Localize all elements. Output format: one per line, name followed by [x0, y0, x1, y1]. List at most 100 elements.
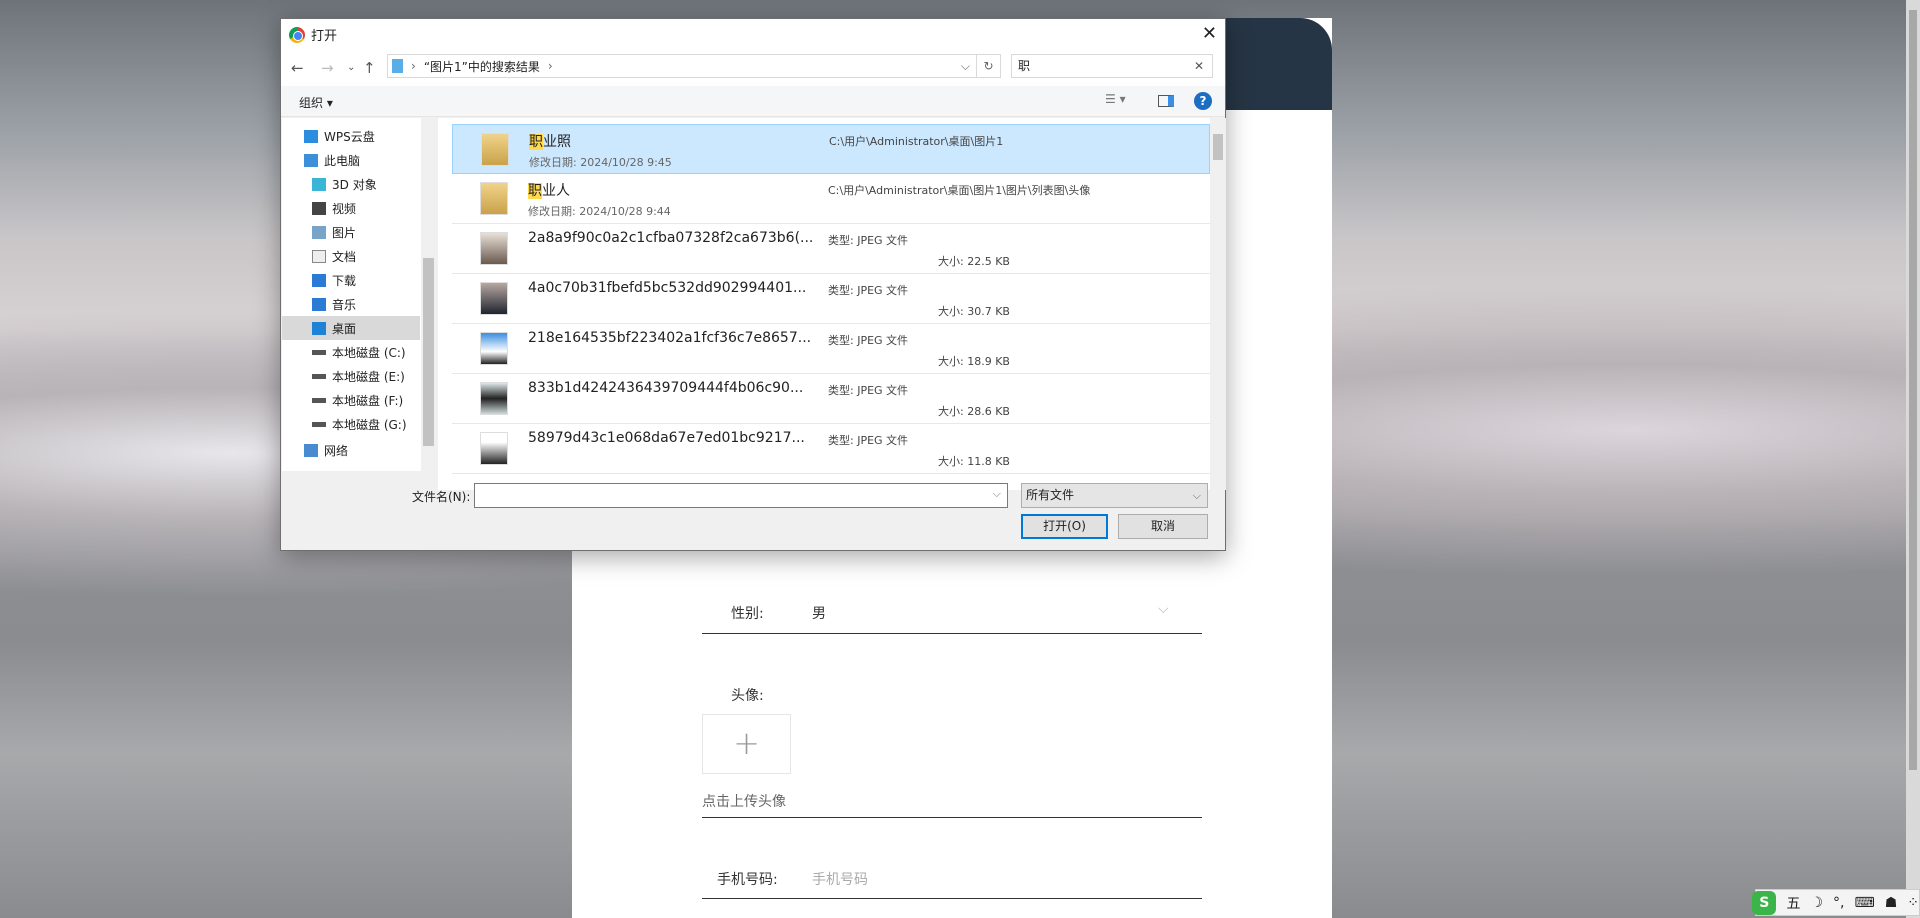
file-type: 类型: JPEG 文件	[828, 234, 909, 247]
sidebar-item[interactable]: 图片	[282, 220, 420, 244]
keyboard-icon[interactable]: ⌨	[1854, 895, 1874, 911]
sidebar-item[interactable]: 此电脑	[282, 148, 420, 172]
sidebar-item-label: 桌面	[332, 321, 357, 336]
sidebar-item-label: 本地磁盘 (F:)	[332, 393, 404, 408]
file-list-scrollbar[interactable]	[1210, 118, 1226, 490]
computer-icon	[304, 153, 318, 167]
file-path: C:\用户\Administrator\桌面\图片1	[829, 135, 1004, 148]
back-arrow-icon[interactable]: ←	[291, 59, 304, 77]
file-path: C:\用户\Administrator\桌面\图片1\图片\列表图\头像	[828, 184, 1091, 197]
sidebar-item[interactable]: 音乐	[282, 292, 420, 316]
preview-pane-icon[interactable]	[1158, 95, 1174, 107]
music-icon	[312, 297, 326, 311]
sidebar-item[interactable]: 本地磁盘 (E:)	[282, 364, 420, 388]
file-size: 大小: 28.6 KB	[938, 405, 1010, 418]
chevron-down-icon[interactable]: ⌵	[1158, 601, 1169, 617]
file-name: 833b1d4242436439709444f4b06c90...	[528, 380, 803, 396]
search-folder-icon	[392, 59, 403, 73]
navigation-pane: WPS云盘此电脑 3D 对象 视频图片文档下载 音乐桌面本地磁盘 (C:) 本地磁盘 (…	[282, 118, 436, 471]
avatar-underline	[702, 817, 1202, 818]
file-type-select[interactable]: 所有文件 ⌵	[1021, 483, 1208, 508]
file-type-chevron-icon: ⌵	[1192, 489, 1201, 502]
file-row[interactable]: 58979d43c1e068da67e7ed01bc9217... 类型: JP…	[452, 424, 1210, 474]
address-bar[interactable]: › “图片1”中的搜索结果 › ⌵	[387, 54, 977, 78]
file-row[interactable]: 218e164535bf223402a1fcf36c7e8657... 类型: …	[452, 324, 1210, 374]
breadcrumb[interactable]: “图片1”中的搜索结果	[424, 58, 540, 75]
gender-select[interactable]: 男	[812, 603, 826, 623]
sidebar-item[interactable]: 桌面	[282, 316, 420, 340]
clear-search-icon[interactable]: ✕	[1194, 55, 1204, 77]
filename-label: 文件名(N):	[412, 490, 471, 504]
ime-toolbar[interactable]: S 五 ☽ °, ⌨ ☗ ⁘	[1752, 889, 1920, 916]
file-type: 类型: JPEG 文件	[828, 384, 909, 397]
sidebar-item-label: 图片	[332, 225, 357, 240]
desktop-icon	[312, 321, 326, 335]
file-row[interactable]: 职业人 修改日期: 2024/10/28 9:44 C:\用户\Administ…	[452, 174, 1210, 224]
help-icon[interactable]: ?	[1194, 92, 1212, 110]
sidebar-item[interactable]: 本地磁盘 (C:)	[282, 340, 420, 364]
sidebar-item-label: WPS云盘	[324, 129, 375, 144]
file-type: 类型: JPEG 文件	[828, 434, 909, 447]
open-file-dialog: 打开 ✕ ← → ⌄ ↑ › “图片1”中的搜索结果 › ⌵ ↻ 职 ✕ 组织 ▾…	[280, 18, 1226, 551]
sidebar-item[interactable]: 下载	[282, 268, 420, 292]
phone-input[interactable]: 手机号码	[812, 869, 868, 889]
file-row[interactable]: 2a8a9f90c0a2c1cfba07328f2ca673b6(... 类型:…	[452, 224, 1210, 274]
drive-icon	[312, 397, 326, 403]
file-size: 大小: 18.9 KB	[938, 355, 1010, 368]
filename-input[interactable]: ⌵	[474, 483, 1008, 508]
sidebar-scrollbar[interactable]	[421, 118, 436, 471]
sogou-logo-icon: S	[1752, 890, 1777, 915]
drive-icon	[312, 373, 326, 379]
image-thumbnail	[480, 432, 508, 465]
user-icon[interactable]: ☗	[1885, 895, 1898, 911]
sidebar-item-label: 本地磁盘 (G:)	[332, 417, 407, 432]
sidebar-item[interactable]: 网络	[282, 438, 420, 462]
file-modified-date: 修改日期: 2024/10/28 9:44	[528, 205, 671, 218]
punctuation-icon[interactable]: °,	[1833, 895, 1844, 911]
moon-icon[interactable]: ☽	[1810, 895, 1823, 911]
document-icon	[312, 249, 326, 263]
upload-hint: 点击上传头像	[702, 794, 786, 810]
file-row[interactable]: 833b1d4242436439709444f4b06c90... 类型: JP…	[452, 374, 1210, 424]
filename-dropdown-icon[interactable]: ⌵	[993, 487, 1001, 501]
drive-icon	[312, 349, 326, 355]
open-button[interactable]: 打开(O)	[1021, 514, 1108, 539]
sidebar-item-label: 网络	[324, 443, 349, 458]
file-name-text: 业人	[542, 183, 570, 199]
page-scrollbar[interactable]	[1906, 0, 1920, 918]
file-row[interactable]: 4a0c70b31fbefd5bc532dd902994401... 类型: J…	[452, 274, 1210, 324]
refresh-button[interactable]: ↻	[977, 54, 1001, 78]
file-row[interactable]: 职业照 修改日期: 2024/10/28 9:45 C:\用户\Administ…	[452, 124, 1210, 174]
chrome-icon	[289, 26, 305, 43]
sidebar-item[interactable]: 3D 对象	[282, 172, 420, 196]
up-arrow-icon[interactable]: ↑	[363, 59, 376, 77]
search-input[interactable]: 职 ✕	[1011, 54, 1213, 78]
file-modified-date: 修改日期: 2024/10/28 9:45	[529, 156, 672, 169]
forward-arrow-icon[interactable]: →	[321, 59, 334, 77]
file-size: 大小: 22.5 KB	[938, 255, 1010, 268]
file-name: 218e164535bf223402a1fcf36c7e8657...	[528, 330, 811, 346]
close-button[interactable]: ✕	[1202, 23, 1217, 44]
file-type: 类型: JPEG 文件	[828, 284, 909, 297]
ime-mode[interactable]: 五	[1786, 893, 1800, 913]
download-icon	[312, 273, 326, 287]
sidebar-item[interactable]: 文档	[282, 244, 420, 268]
sidebar-item-label: 本地磁盘 (E:)	[332, 369, 405, 384]
file-size: 大小: 30.7 KB	[938, 305, 1010, 318]
phone-underline	[702, 898, 1202, 899]
sidebar-item-label: 文档	[332, 249, 357, 264]
sidebar-item[interactable]: 本地磁盘 (F:)	[282, 388, 420, 412]
recent-chevron-icon[interactable]: ⌄	[347, 62, 355, 73]
view-options-icon[interactable]: ☰ ▾	[1105, 92, 1126, 106]
sidebar-item[interactable]: 本地磁盘 (G:)	[282, 412, 420, 436]
avatar-upload-button[interactable]: +	[702, 714, 791, 774]
address-dropdown-icon[interactable]: ⌵	[961, 59, 970, 74]
sidebar-item[interactable]: 视频	[282, 196, 420, 220]
picture-icon	[312, 225, 326, 239]
file-name-text: 218e164535bf223402a1fcf36c7e8657...	[528, 330, 812, 346]
sidebar-item[interactable]: WPS云盘	[282, 124, 420, 148]
apps-icon[interactable]: ⁘	[1907, 895, 1919, 911]
search-value: 职	[1018, 59, 1031, 73]
organize-menu[interactable]: 组织 ▾	[299, 94, 333, 111]
cancel-button[interactable]: 取消	[1118, 514, 1208, 539]
